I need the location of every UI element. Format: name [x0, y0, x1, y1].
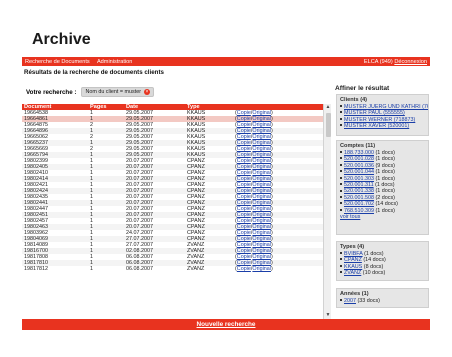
nav-administration[interactable]: Administration: [97, 59, 132, 65]
facet-link[interactable]: MUSTER XAVER (520001): [344, 123, 409, 129]
cell-links: (Copie/Original): [235, 266, 273, 272]
scroll-down-icon[interactable]: ▼: [324, 312, 332, 319]
close-icon[interactable]: ×: [144, 89, 151, 95]
search-label: Votre recherche :: [26, 88, 77, 96]
nav-document-search[interactable]: Recherche de Documents: [25, 59, 90, 65]
facet-link[interactable]: 520.001.036: [344, 163, 374, 169]
bullet-icon: [340, 124, 342, 127]
facet-count: (1 docs): [375, 175, 395, 182]
facet-title: Comptes (11): [340, 143, 376, 149]
bottom-bar: Nouvelle recherche: [22, 319, 430, 330]
search-filter-text: Nom du client = muster: [85, 89, 142, 95]
facet-types: Types (4) BVIBFA (1 docs) CPANZ (14 docs)…: [336, 241, 429, 281]
facet-link[interactable]: 2007: [344, 298, 356, 304]
user-name: ELCA (949): [363, 58, 393, 65]
facet-count: (1 docs): [364, 251, 384, 257]
top-nav-bar: Recherche de Documents Administration EL…: [22, 57, 430, 66]
facet-clients: Clients (4) MUSTER JUERG UND KATHRI (768…: [336, 94, 429, 136]
facet-link[interactable]: 520.001.303: [344, 176, 374, 182]
list-item: MUSTER XAVER (520001): [340, 123, 425, 129]
bullet-icon: [340, 195, 342, 198]
results-table: Document Pages Date Type 19664538 1 29.05.…: [22, 104, 331, 319]
facet-comptes: Comptes (11) 188.733.000 (1 docs) 520.001…: [336, 140, 429, 235]
facet-count: (1 docs): [375, 182, 395, 189]
search-filter-chip: Nom du client = muster ×: [81, 86, 155, 98]
facet-count: (14 docs): [363, 257, 386, 264]
logout-link[interactable]: Déconnexion: [394, 59, 427, 65]
facet-link[interactable]: 520.001.508: [344, 195, 374, 201]
list-item: 2007 (33 docs): [340, 298, 425, 304]
bullet-icon: [340, 105, 342, 108]
cell-document: 19817812: [24, 266, 48, 272]
facet-link[interactable]: ZVANZ: [344, 270, 361, 276]
bullet-icon: [340, 202, 342, 205]
scroll-up-icon[interactable]: ▲: [324, 104, 332, 111]
facet-count: (10 docs): [362, 270, 386, 277]
cell-type: ZVANZ: [187, 266, 205, 272]
bullet-icon: [340, 117, 342, 120]
facet-annees: Années (1) 2007 (33 docs): [336, 288, 429, 308]
facet-count: (1 docs): [375, 207, 395, 214]
paren: ): [270, 266, 273, 272]
facet-title: Années (1): [340, 291, 369, 297]
facet-link[interactable]: 520.001.338: [344, 188, 374, 194]
bullet-icon: [340, 151, 342, 154]
table-body: 19664538 1 29.05.2007 KKAUS (Copie/Original)…: [22, 110, 323, 319]
list-item: ZVANZ (10 docs): [340, 270, 425, 276]
facet-link[interactable]: BVIBFA: [344, 251, 363, 257]
facet-link[interactable]: MUSTER JUERG UND KATHRI (768018): [344, 104, 428, 110]
bullet-icon: [340, 271, 342, 274]
search-criteria: Votre recherche : Nom du client = muster…: [26, 86, 155, 98]
results-scrollbar[interactable]: ▲ ▼: [323, 104, 331, 319]
facet-link[interactable]: 520.001.044: [344, 169, 374, 175]
refine-title: Affiner le résultat: [335, 85, 390, 92]
facet-link[interactable]: 188.733.000: [344, 150, 374, 156]
facet-link[interactable]: MUSTER WERNER (718873): [344, 117, 415, 123]
facet-title: Clients (4): [340, 97, 368, 103]
facet-count: (1 docs): [375, 156, 395, 163]
facet-link[interactable]: 520.001.702: [344, 201, 374, 207]
results-heading: Résultats de la recherche de documents c…: [24, 69, 164, 76]
new-search-link[interactable]: Nouvelle recherche: [197, 321, 256, 328]
original-link[interactable]: Original: [252, 266, 271, 272]
cell-date: 06.08.2007: [126, 266, 153, 272]
bullet-icon: [340, 299, 342, 302]
bullet-icon: [340, 157, 342, 160]
page-title: Archive: [32, 31, 91, 48]
see-all-link[interactable]: voir tous: [340, 214, 425, 220]
bullet-icon: [340, 258, 342, 261]
cell-pages: 1: [90, 266, 93, 272]
user-area: ELCA (949) Déconnexion: [364, 59, 427, 65]
bullet-icon: [340, 111, 342, 114]
bullet-icon: [340, 176, 342, 179]
facet-link[interactable]: KKAUS: [344, 264, 362, 270]
facet-count: (8 docs): [363, 263, 384, 270]
bullet-icon: [340, 189, 342, 192]
bullet-icon: [340, 264, 342, 267]
bullet-icon: [340, 252, 342, 255]
copy-link[interactable]: Copie: [237, 266, 251, 272]
facet-link[interactable]: MUSTER PAUL (555555): [344, 110, 405, 116]
top-nav: Recherche de Documents Administration: [25, 59, 138, 65]
facet-link[interactable]: 520.001.311: [344, 182, 374, 188]
bullet-icon: [340, 208, 342, 211]
table-row[interactable]: 19817812 1 06.08.2007 ZVANZ (Copie/Original): [22, 266, 323, 272]
bullet-icon: [340, 163, 342, 166]
scroll-thumb[interactable]: [325, 113, 331, 137]
facet-count: (1 docs): [375, 169, 395, 176]
facet-count: (9 docs): [375, 162, 395, 169]
facet-link[interactable]: 768.510.309: [344, 208, 374, 214]
facet-count: (2 docs): [375, 194, 395, 201]
facet-count: (33 docs): [357, 298, 380, 304]
bullet-icon: [340, 170, 342, 173]
facet-count: (14 docs): [375, 201, 398, 208]
facet-count: (1 docs): [375, 150, 395, 156]
facet-title: Types (4): [340, 244, 365, 250]
facet-link[interactable]: 520.001.028: [344, 156, 374, 162]
facet-count: (1 docs): [375, 188, 395, 195]
bullet-icon: [340, 183, 342, 186]
facet-link[interactable]: CPANZ: [344, 257, 362, 263]
